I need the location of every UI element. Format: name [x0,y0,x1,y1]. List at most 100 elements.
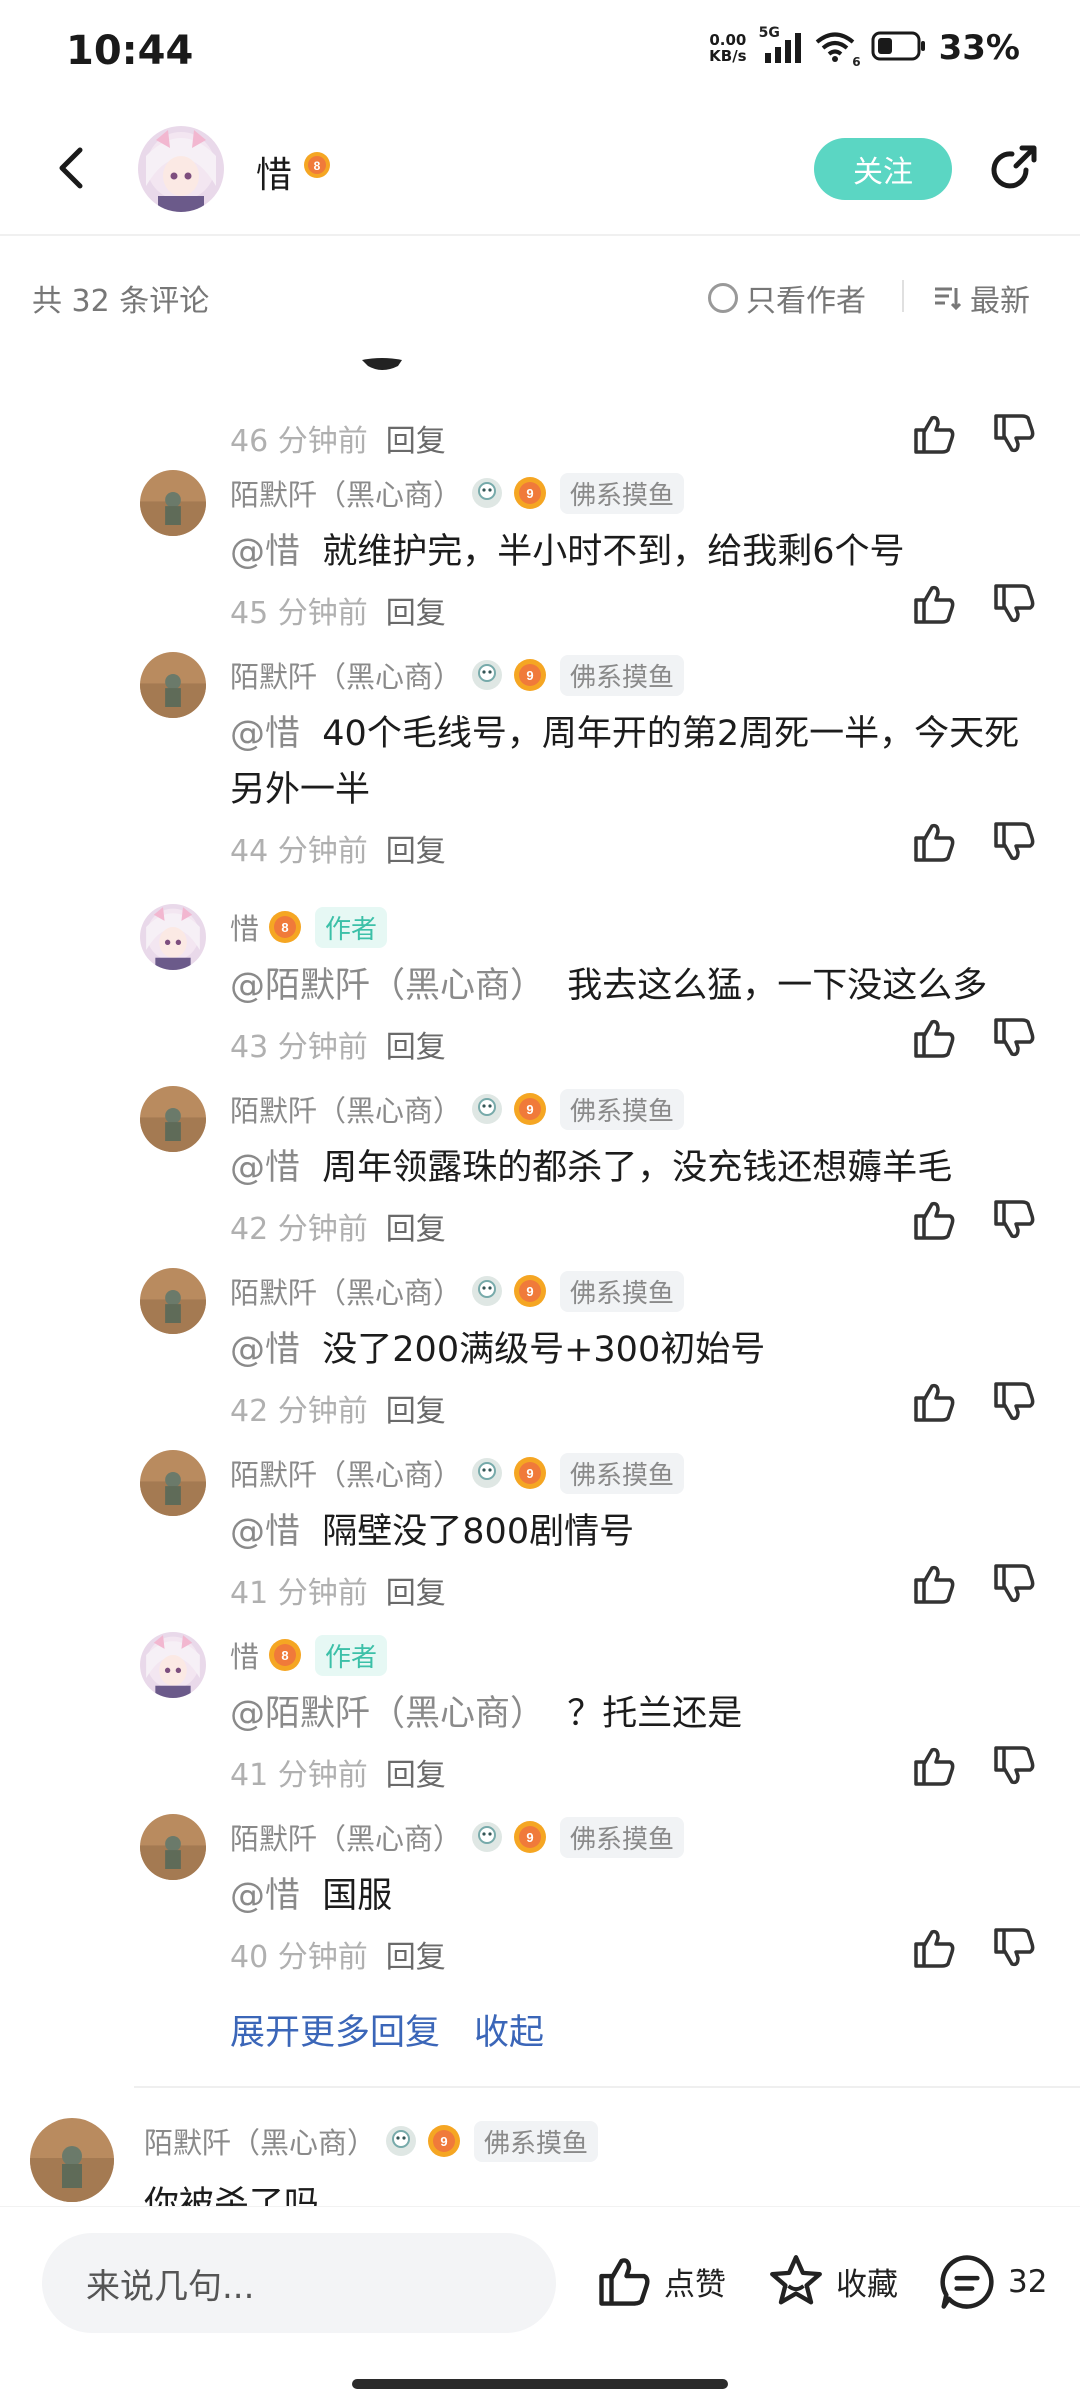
replier-avatar[interactable] [140,470,206,536]
like-button[interactable]: 点赞 [594,2251,726,2311]
svg-text:8: 8 [281,1648,288,1663]
commenter-name[interactable]: 陌默阡（黑心商） [144,2120,376,2162]
sort-toggle[interactable]: 最新 [932,276,1030,320]
thumb-up-icon [599,2258,650,2306]
reply-item[interactable]: 陌默阡（黑心商） 9 佛系摸鱼 @惜 国服 40 分钟前 回复 [0,1814,1080,1988]
mention-link[interactable]: @惜 [230,1330,300,1370]
thumb-down-icon[interactable] [990,1378,1038,1426]
thumb-up-icon[interactable] [910,1014,958,1062]
mention-link[interactable]: @惜 [230,1512,300,1552]
replier-avatar[interactable] [140,652,206,718]
thumb-up-icon[interactable] [910,1742,958,1790]
replier-name[interactable]: 惜 [230,1634,259,1676]
author-name[interactable]: 惜 [256,146,292,198]
replier-avatar[interactable] [140,1632,206,1698]
replier-name[interactable]: 陌默阡（黑心商） [230,472,462,514]
thumb-down-icon[interactable] [990,1742,1038,1790]
thumb-up-icon[interactable] [910,818,958,866]
thumb-down-icon[interactable] [990,1924,1038,1972]
collect-button[interactable]: 收藏 [766,2251,898,2311]
replier-name[interactable]: 陌默阡（黑心商） [230,1088,462,1130]
reply-item[interactable]: 陌默阡（黑心商） 9 佛系摸鱼 @惜 隔壁没了800剧情号 41 分钟前 回复 [0,1450,1080,1624]
thumb-down-icon[interactable] [990,580,1038,628]
battery-icon [871,31,927,65]
signal-icon: 5G [759,25,803,65]
radio-icon [708,283,738,313]
reply-button[interactable]: 回复 [386,1022,446,1066]
mention-link[interactable]: @惜 [230,532,300,572]
pet-badge-icon [472,1822,503,1852]
reply-button[interactable]: 回复 [386,1932,446,1976]
top-comment[interactable]: 陌默阡（黑心商） 9 佛系摸鱼 你被杀了吗 [0,2100,1080,2206]
expand-more-button[interactable]: 展开更多回复 [230,2004,440,2055]
thumb-down-icon[interactable] [990,818,1038,866]
share-button[interactable] [982,140,1042,200]
reply-button[interactable]: 回复 [386,588,446,632]
replier-avatar[interactable] [140,904,206,970]
pet-badge-icon [386,2126,417,2156]
thumb-up-icon[interactable] [910,1924,958,1972]
mention-link[interactable]: @惜 [230,714,300,754]
thumb-up-icon[interactable] [910,580,958,628]
thumb-down-icon[interactable] [990,1560,1038,1608]
mention-link[interactable]: @陌默阡（黑心商） [230,1694,545,1734]
back-button[interactable] [44,138,104,198]
comment-text: 你被杀了吗 [144,2185,320,2206]
reply-item[interactable]: 陌默阡（黑心商） 9 佛系摸鱼 @惜 没了200满级号+300初始号 42 分钟前 回复 [0,1268,1080,1442]
replier-avatar[interactable] [140,1268,206,1334]
thumb-down-icon[interactable] [990,1196,1038,1244]
divider [902,280,904,312]
thumb-up-icon[interactable] [910,1378,958,1426]
replier-avatar[interactable] [140,1450,206,1516]
reply-button[interactable]: 回复 [386,416,446,460]
thumb-up-icon[interactable] [910,1196,958,1244]
reply-text: @惜 40个毛线号，周年开的第2周死一半，今天死另外一半 [230,706,1030,818]
reply-button[interactable]: 回复 [386,1750,446,1794]
replier-name[interactable]: 陌默阡（黑心商） [230,654,462,696]
svg-text:9: 9 [526,1830,533,1845]
reply-time: 40 分钟前 [230,1940,368,1975]
reply-text: @惜 国服 [230,1868,1030,1924]
replier-name[interactable]: 陌默阡（黑心商） [230,1452,462,1494]
post-header: 惜 8 关注 [0,100,1080,236]
status-bar: 10:44 0.00 KB/s 5G 6 33% [0,0,1080,100]
thumb-up-icon[interactable] [910,410,958,458]
comment-input[interactable]: 来说几句... [42,2233,556,2333]
replier-name[interactable]: 陌默阡（黑心商） [230,1270,462,1312]
follow-button[interactable]: 关注 [814,138,952,200]
author-avatar[interactable] [138,126,224,212]
replier-avatar[interactable] [140,1086,206,1152]
level-badge-icon: 8 [302,150,332,184]
reply-item[interactable]: 惜 8 作者 @陌默阡（黑心商） ？托兰还是 41 分钟前 回复 [0,1632,1080,1806]
collapse-button[interactable]: 收起 [474,2004,544,2055]
reply-button[interactable]: 回复 [386,826,446,870]
thumb-down-icon[interactable] [990,1014,1038,1062]
reply-item[interactable]: 惜 8 作者 @陌默阡（黑心商） 我去这么猛，一下没这么多 43 分钟前 回复 [0,904,1080,1078]
comments-button[interactable]: 32 [936,2251,1047,2313]
chevron-left-icon [59,147,83,189]
reply-item[interactable]: 陌默阡（黑心商） 9 佛系摸鱼 @惜 就维护完，半小时不到，给我剩6个号 45 分钟前回… [0,470,1080,644]
thumb-up-icon[interactable] [910,1560,958,1608]
replier-name[interactable]: 陌默阡（黑心商） [230,1816,462,1858]
user-tag: 佛系摸鱼 [560,1452,685,1494]
svg-text:9: 9 [440,2134,447,2149]
divider [134,2086,1080,2088]
reply-button[interactable]: 回复 [386,1386,446,1430]
commenter-avatar[interactable] [30,2118,114,2202]
thumb-down-icon[interactable] [990,410,1038,458]
level-badge-icon: 9 [428,2125,461,2157]
reply-time: 43 分钟前 [230,1030,368,1065]
reply-item[interactable]: 陌默阡（黑心商） 9 佛系摸鱼 @惜 周年领露珠的都杀了，没充钱还想薅羊毛 42 分钟前… [0,1086,1080,1260]
only-author-toggle[interactable]: 只看作者 [708,276,866,320]
mention-link[interactable]: @惜 [230,1876,300,1916]
mention-link[interactable]: @惜 [230,1148,300,1188]
replier-avatar[interactable] [140,1814,206,1880]
reply-text: @陌默阡（黑心商） ？托兰还是 [230,1686,1030,1742]
reply-button[interactable]: 回复 [386,1204,446,1248]
reply-item[interactable]: 陌默阡（黑心商） 9 佛系摸鱼 @惜 40个毛线号，周年开的第2周死一半，今天死另外一… [0,652,1080,882]
svg-text:9: 9 [526,1102,533,1117]
status-icons: 0.00 KB/s 5G 6 33% [709,25,1020,69]
reply-button[interactable]: 回复 [386,1568,446,1612]
replier-name[interactable]: 惜 [230,906,259,948]
mention-link[interactable]: @陌默阡（黑心商） [230,966,545,1006]
